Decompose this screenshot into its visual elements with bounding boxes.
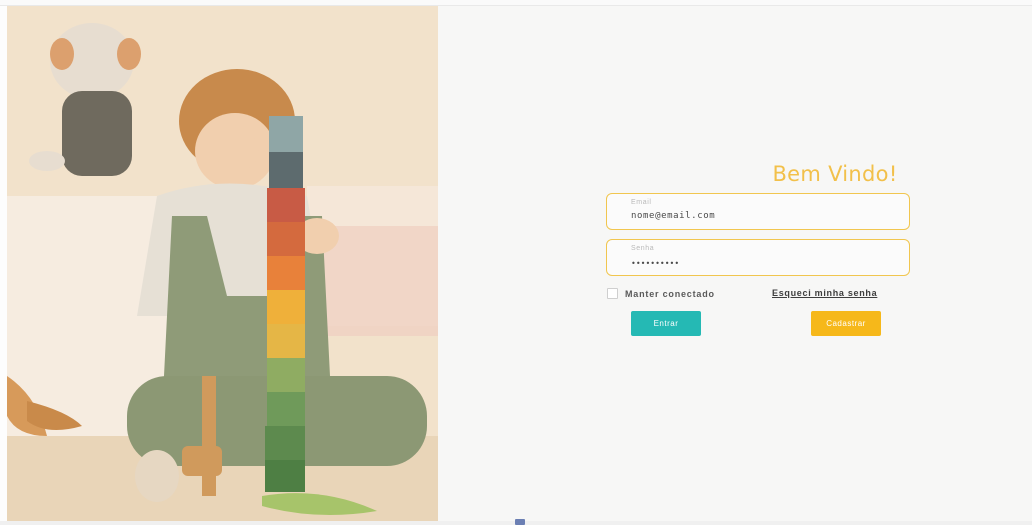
remember-me[interactable]: Manter conectado <box>607 288 715 299</box>
login-page: Bem Vindo! Email nome@email.com Senha ••… <box>0 0 1032 525</box>
taskbar-icon <box>515 519 525 525</box>
enter-button[interactable]: Entrar <box>631 311 701 336</box>
password-field-label: Senha <box>631 245 655 252</box>
password-field-value[interactable]: •••••••••• <box>631 259 679 268</box>
email-field-label: Email <box>631 199 652 206</box>
remember-me-checkbox[interactable] <box>607 288 618 299</box>
register-button[interactable]: Cadastrar <box>811 311 881 336</box>
remember-me-label: Manter conectado <box>625 288 715 299</box>
password-field[interactable]: Senha •••••••••• <box>606 239 910 276</box>
hero-photo-illustration <box>7 6 438 521</box>
email-field-value[interactable]: nome@email.com <box>631 211 715 221</box>
email-field[interactable]: Email nome@email.com <box>606 193 910 230</box>
forgot-password-link[interactable]: Esqueci minha senha <box>772 288 877 298</box>
hero-photo <box>7 6 438 521</box>
login-panel: Bem Vindo! Email nome@email.com Senha ••… <box>438 6 1032 521</box>
welcome-title: Bem Vindo! <box>772 162 898 186</box>
